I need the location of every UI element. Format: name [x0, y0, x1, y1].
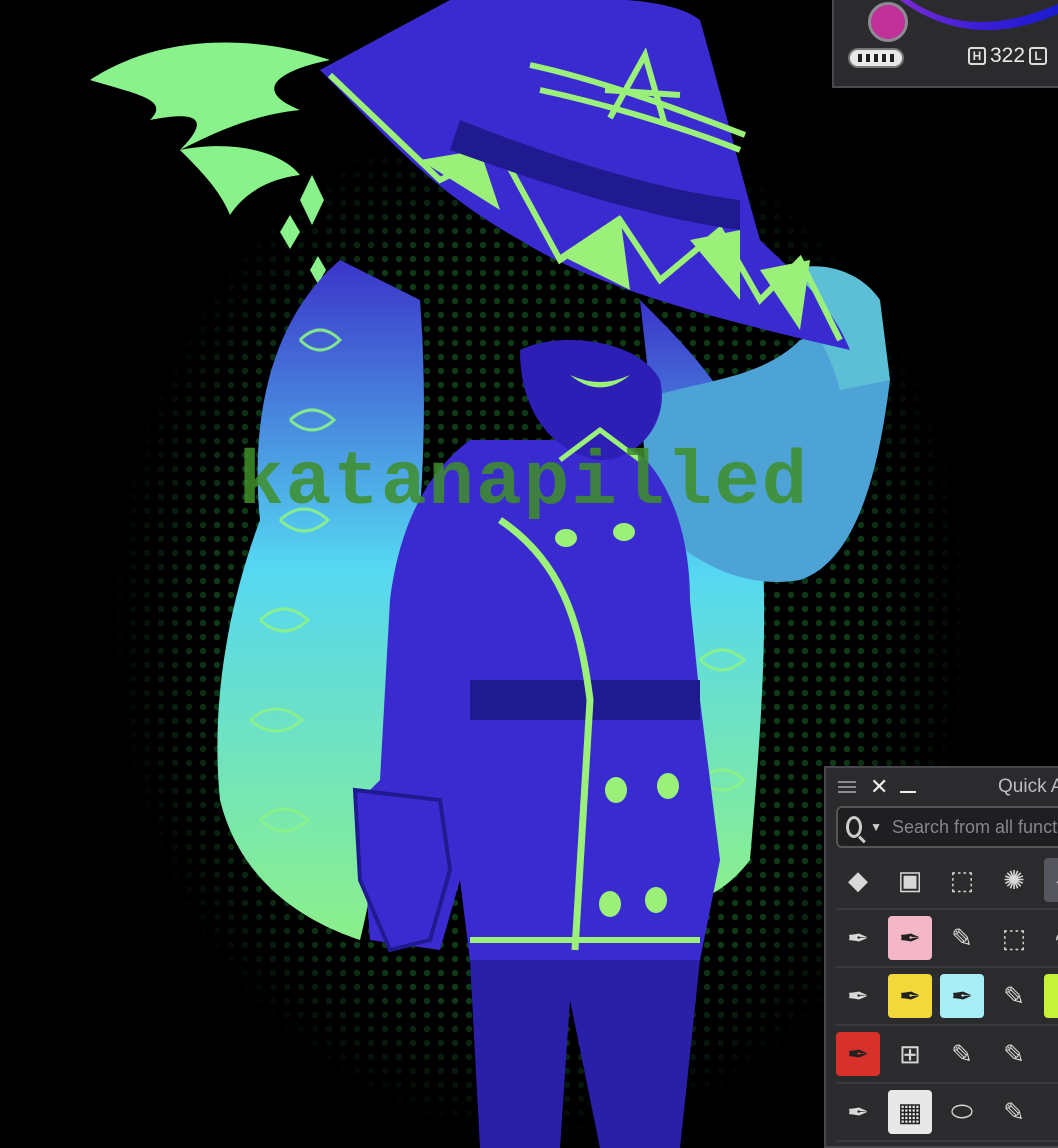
thick-marker-icon[interactable]: ✎	[940, 1032, 984, 1076]
eraser-icon[interactable]: ⬭	[940, 1090, 984, 1134]
blend-icon[interactable]: ◐	[1044, 1090, 1058, 1134]
screentone-thumbnail-icon[interactable]: ▦	[888, 1090, 932, 1134]
brush-pen-icon[interactable]: ✎	[992, 974, 1036, 1018]
checker-pattern-icon	[858, 54, 894, 62]
lasso-icon[interactable]: ◠	[1044, 916, 1058, 960]
chevron-down-icon[interactable]: ▼	[870, 820, 882, 834]
perspective-ruler-icon[interactable]: ⊞	[888, 1032, 932, 1076]
pen-icon[interactable]: ✒	[836, 916, 880, 960]
quick-access-panel: ✕ Quick A ▼ ◆▣⬚✺◀✒✒✎⬚◠✒✒✒✎▮✒⊞✎✎◖✒▦⬭✎◐	[824, 766, 1058, 1148]
panel-title: Quick A	[998, 776, 1058, 797]
hue-value[interactable]: 322	[990, 44, 1025, 68]
transform-icon[interactable]: ⬚	[940, 858, 984, 902]
tool-row: ◆▣⬚✺◀	[836, 852, 1058, 910]
g-pen-icon[interactable]: ✒	[836, 974, 880, 1018]
lightness-label: L	[1029, 47, 1048, 65]
tool-row: ✒▦⬭✎◐	[836, 1084, 1058, 1142]
round-pen-icon[interactable]: ✎	[992, 1032, 1036, 1076]
yellow-pen-icon[interactable]: ✒	[888, 974, 932, 1018]
minimize-icon[interactable]	[900, 791, 917, 793]
current-color-swatch[interactable]	[868, 2, 908, 42]
close-icon[interactable]: ✕	[870, 774, 888, 800]
pink-pen-icon[interactable]: ✒	[888, 916, 932, 960]
reference-window-icon[interactable]: ▣	[888, 858, 932, 902]
tool-row: ✒✒✎⬚◠	[836, 910, 1058, 968]
cyan-pen-icon[interactable]: ✒	[940, 974, 984, 1018]
panel-menu-icon[interactable]	[838, 781, 856, 793]
quick-access-titlebar: ✕ Quick A	[826, 768, 1058, 806]
pencil-icon[interactable]: ✎	[992, 1090, 1036, 1134]
green-pen-icon[interactable]: ▮	[1044, 974, 1058, 1018]
red-pen-icon[interactable]: ✒	[836, 1032, 880, 1076]
search-icon	[846, 816, 863, 838]
search-box[interactable]: ▼	[836, 806, 1058, 848]
radial-lines-icon[interactable]: ✺	[992, 858, 1036, 902]
search-input[interactable]	[890, 815, 1058, 839]
operation-arrow-icon[interactable]: ◀	[1044, 858, 1058, 902]
watermark-text: katanapilled	[238, 440, 810, 526]
tool-row: ✒⊞✎✎◖	[836, 1026, 1058, 1084]
fill-bucket-icon[interactable]: ◆	[836, 858, 880, 902]
rectangle-selection-icon[interactable]: ⬚	[992, 916, 1036, 960]
tool-row: ✒✒✒✎▮	[836, 968, 1058, 1026]
airbrush-icon[interactable]: ◖	[1044, 1032, 1058, 1076]
marker-icon[interactable]: ✎	[940, 916, 984, 960]
hue-label: H	[968, 47, 986, 65]
mapping-pen-icon[interactable]: ✒	[836, 1090, 880, 1134]
tool-grid: ◆▣⬚✺◀✒✒✎⬚◠✒✒✒✎▮✒⊞✎✎◖✒▦⬭✎◐	[836, 852, 1058, 1142]
transparency-toggle[interactable]	[848, 48, 904, 68]
hue-readout: H 322 L	[968, 44, 1048, 68]
